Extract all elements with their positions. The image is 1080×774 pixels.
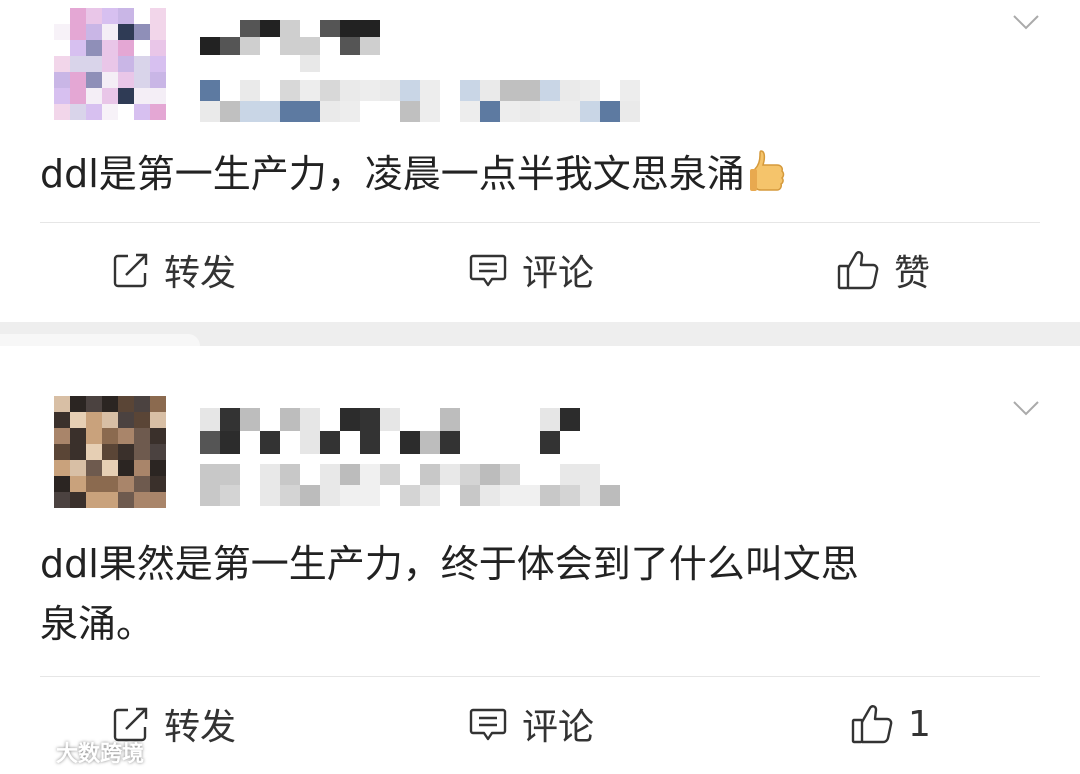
like-button[interactable]: 1 xyxy=(850,694,931,754)
post-separator xyxy=(0,322,1080,346)
post-text: ddl果然是第一生产力，终于体会到了什么叫文思 泉涌。 xyxy=(40,534,1020,654)
like-label: 赞 xyxy=(894,253,931,294)
username-redacted[interactable] xyxy=(200,408,580,454)
post-text: ddl是第一生产力，凌晨一点半我文思泉涌 xyxy=(40,144,1020,210)
post-card: ddl果然是第一生产力，终于体会到了什么叫文思 泉涌。 转发 评论 1 xyxy=(0,346,1080,774)
repost-icon xyxy=(113,253,148,288)
watermark-text: 大数跨境 xyxy=(56,742,145,767)
action-bar: 转发 评论 赞 xyxy=(0,240,1080,300)
like-icon xyxy=(837,251,879,290)
comment-label: 评论 xyxy=(522,253,595,294)
username-redacted[interactable] xyxy=(200,20,380,72)
avatar[interactable] xyxy=(54,8,166,120)
post-meta-redacted xyxy=(200,464,620,506)
chevron-down-icon[interactable] xyxy=(1012,12,1040,32)
like-icon xyxy=(851,705,893,744)
post-card: ddl是第一生产力，凌晨一点半我文思泉涌 转发 评论 赞 xyxy=(0,0,1080,322)
repost-button[interactable]: 转发 xyxy=(112,240,236,300)
comment-label: 评论 xyxy=(522,707,595,748)
post-text-line: 泉涌。 xyxy=(40,602,155,646)
thumbs-up-emoji-icon xyxy=(749,149,785,210)
repost-label: 转发 xyxy=(164,707,237,748)
comment-icon xyxy=(469,254,507,287)
repost-label: 转发 xyxy=(164,253,237,294)
post-text-line: ddl果然是第一生产力，终于体会到了什么叫文思 xyxy=(40,542,859,586)
chevron-down-icon[interactable] xyxy=(1012,398,1040,418)
comment-button[interactable]: 评论 xyxy=(468,240,594,300)
post-meta-redacted xyxy=(200,80,660,122)
watermark: 大数跨境 xyxy=(6,736,144,768)
like-count: 1 xyxy=(908,703,931,745)
divider xyxy=(40,222,1040,223)
action-bar: 转发 评论 1 xyxy=(0,694,1080,754)
comment-icon xyxy=(469,708,507,741)
watermark-logo-icon xyxy=(8,740,48,764)
like-button[interactable]: 赞 xyxy=(836,240,930,300)
avatar[interactable] xyxy=(54,396,166,508)
comment-button[interactable]: 评论 xyxy=(468,694,594,754)
divider xyxy=(40,676,1040,677)
